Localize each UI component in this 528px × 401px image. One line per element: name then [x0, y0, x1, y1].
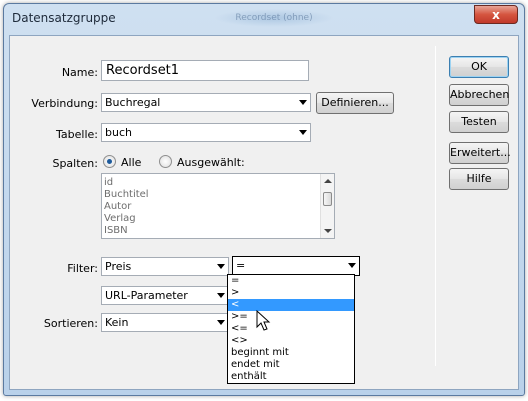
dropdown-option[interactable]: endet mit — [228, 359, 354, 371]
radio-alle-label: Alle — [121, 156, 142, 169]
name-label: Name: — [61, 66, 98, 79]
vertical-separator — [435, 46, 436, 366]
list-item[interactable]: Verlag — [102, 213, 334, 225]
chevron-down-icon — [299, 130, 307, 135]
dropdown-option[interactable]: <= — [228, 323, 354, 335]
list-item[interactable]: id — [102, 177, 334, 189]
dropdown-option[interactable]: beginnt mit — [228, 347, 354, 359]
tabelle-label: Tabelle: — [56, 128, 98, 141]
list-item[interactable]: Autor — [102, 201, 334, 213]
sortieren-select[interactable]: Kein — [101, 313, 229, 332]
filter-field-select[interactable]: Preis — [101, 257, 229, 276]
scroll-up-icon[interactable] — [324, 179, 332, 183]
hilfe-button[interactable]: Hilfe — [449, 168, 509, 190]
sortieren-value: Kein — [105, 316, 129, 329]
window-title: Datensatzgruppe — [12, 11, 116, 25]
scroll-thumb[interactable] — [323, 192, 332, 206]
chevron-down-icon — [217, 264, 225, 269]
sortieren-label: Sortieren: — [43, 317, 98, 330]
chevron-down-icon — [348, 263, 356, 268]
definieren-button[interactable]: Definieren... — [316, 92, 394, 114]
dropdown-option[interactable]: enthält — [228, 371, 354, 383]
close-button[interactable]: x — [474, 5, 518, 24]
columns-scrollbar[interactable] — [320, 174, 334, 238]
filter-param-value: URL-Parameter — [105, 289, 188, 302]
list-item[interactable]: Buchtitel — [102, 189, 334, 201]
filter-operator-select[interactable]: = — [232, 256, 360, 276]
list-item[interactable]: ISBN — [102, 225, 334, 237]
verbindung-value: Buchregal — [105, 96, 161, 109]
title-ghost-text: Recordset (ohne) — [214, 9, 334, 27]
tabelle-value: buch — [105, 126, 132, 139]
dropdown-option[interactable]: < — [228, 299, 354, 311]
operator-dropdown-list[interactable]: = > < >= <= <> beginnt mit endet mit enthält — [227, 274, 355, 384]
chevron-down-icon — [299, 100, 307, 105]
spalten-label: Spalten: — [52, 157, 98, 170]
scroll-down-icon[interactable] — [324, 229, 332, 233]
columns-listbox[interactable]: id Buchtitel Autor Verlag ISBN — [101, 173, 335, 239]
tabelle-select[interactable]: buch — [101, 123, 311, 142]
dropdown-option[interactable]: >= — [228, 311, 354, 323]
dropdown-option[interactable]: = — [228, 275, 354, 287]
close-icon: x — [492, 7, 500, 22]
name-input[interactable]: Recordset1 — [101, 60, 309, 81]
radio-ausgewaehlt-label: Ausgewählt: — [177, 156, 245, 169]
ok-button[interactable]: OK — [449, 56, 509, 78]
filter-label: Filter: — [67, 262, 98, 275]
chevron-down-icon — [217, 293, 225, 298]
filter-param-select[interactable]: URL-Parameter — [101, 286, 229, 305]
verbindung-select[interactable]: Buchregal — [101, 93, 311, 112]
dropdown-option[interactable]: <> — [228, 335, 354, 347]
abbrechen-button[interactable]: Abbrechen — [449, 84, 509, 106]
verbindung-label: Verbindung: — [31, 97, 98, 110]
filter-operator-value: = — [236, 259, 246, 272]
radio-alle[interactable] — [103, 155, 116, 168]
testen-button[interactable]: Testen — [449, 111, 509, 133]
chevron-down-icon — [217, 320, 225, 325]
erweitert-button[interactable]: Erweitert... — [449, 142, 511, 164]
dropdown-option[interactable]: > — [228, 287, 354, 299]
mouse-cursor-icon — [256, 310, 271, 331]
filter-field-value: Preis — [105, 260, 132, 273]
title-bar[interactable]: Datensatzgruppe Recordset (ohne) x — [4, 4, 524, 34]
radio-ausgewaehlt[interactable] — [159, 155, 172, 168]
